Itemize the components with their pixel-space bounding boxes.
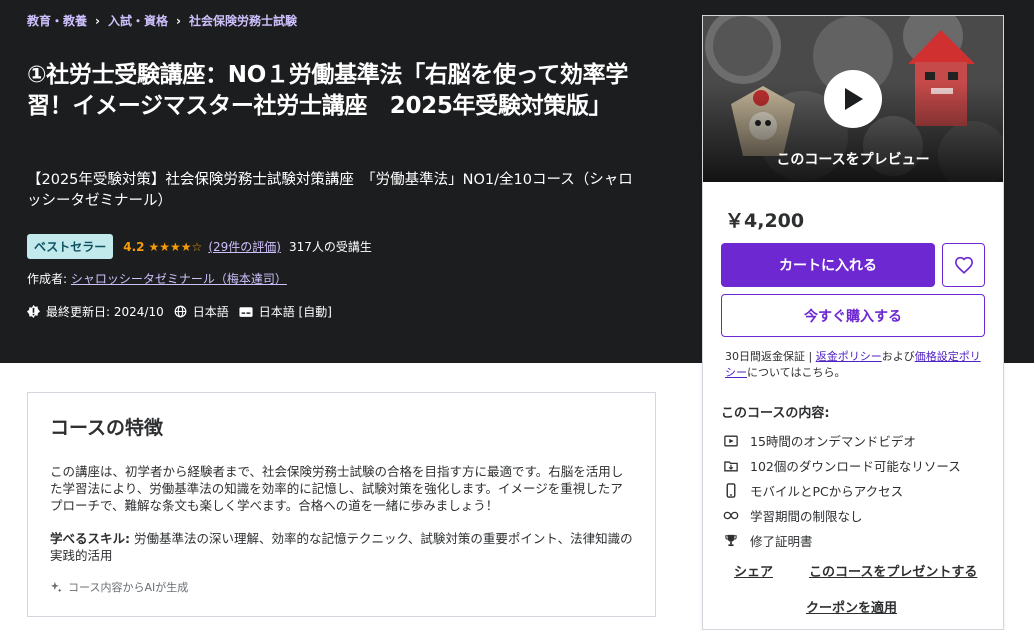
- download-icon: [721, 460, 741, 472]
- refund-policy-link[interactable]: 返金ポリシー: [816, 350, 882, 363]
- include-text: 学習期間の制限なし: [750, 509, 863, 524]
- features-description: この講座は、初学者から経験者まで、社会保険労務士試験の合格を目指す方に最適です。…: [50, 464, 624, 513]
- language: 日本語: [174, 303, 229, 320]
- heart-icon: [954, 256, 973, 274]
- include-text: モバイルとPCからアクセス: [750, 484, 904, 499]
- play-icon: [845, 88, 863, 110]
- course-preview[interactable]: このコースをプレビュー: [703, 16, 1003, 182]
- course-subtitle: 【2025年受験対策】社会保険労務士試験対策講座 「労働基準法」NO1/全10コ…: [27, 172, 633, 209]
- skills-text: 労働基準法の深い理解、効率的な記憶テクニック、試験対策の重要ポイント、法律知識の…: [50, 531, 633, 563]
- captions-icon: [239, 306, 253, 317]
- author-label: 作成者:: [27, 272, 68, 286]
- captions-text: 日本語 [自動]: [258, 305, 332, 319]
- bestseller-badge: ベストセラー: [27, 234, 114, 259]
- include-text: 修了証明書: [750, 534, 813, 549]
- purchase-sidebar: このコースをプレビュー ￥4,200 カートに入れる 今すぐ購入する 30日間返…: [702, 15, 1004, 630]
- buy-now-button[interactable]: 今すぐ購入する: [721, 294, 985, 337]
- chevron-right-icon: ›: [95, 13, 100, 28]
- list-item: 修了証明書: [721, 528, 961, 553]
- captions: 日本語 [自動]: [239, 303, 332, 320]
- meta-row: 最終更新日: 2024/10 日本語 日本語 [自動]: [27, 303, 342, 320]
- chevron-right-icon: ›: [175, 13, 181, 28]
- skills-label: 学べるスキル:: [50, 531, 130, 546]
- list-item: モバイルとPCからアクセス: [721, 478, 961, 503]
- ai-note-text: コース内容からAIが生成: [68, 581, 189, 594]
- breadcrumb-item-education[interactable]: 教育・教養: [27, 12, 87, 29]
- trophy-icon: [721, 534, 741, 547]
- add-to-cart-button[interactable]: カートに入れる: [721, 243, 935, 287]
- list-item: 15時間のオンデマンドビデオ: [721, 428, 961, 453]
- apply-coupon-link[interactable]: クーポンを適用: [806, 597, 897, 616]
- author-link[interactable]: シャロッシータゼミナール（梅本達司）: [71, 272, 287, 286]
- reviews-link[interactable]: (29件の評価): [208, 238, 281, 255]
- sparkle-icon: [50, 581, 62, 592]
- rating-row: ベストセラー 4.2 ★★★★☆ (29件の評価) 317人の受講生: [27, 234, 372, 259]
- preview-label: このコースをプレビュー: [776, 152, 930, 168]
- breadcrumb: 教育・教養 › 入試・資格 › 社会保険労務士試験: [27, 12, 297, 29]
- globe-icon: [174, 305, 187, 318]
- features-skills: 学べるスキル: 労働基準法の深い理解、効率的な記憶テクニック、試験対策の重要ポイ…: [50, 530, 635, 564]
- alert-badge-icon: [27, 305, 40, 318]
- star-rating-icon: ★★★★☆: [148, 239, 203, 254]
- mobile-icon: [721, 483, 741, 498]
- guarantee-prefix: 30日間返金保証 |: [725, 350, 816, 363]
- guarantee-text: 30日間返金保証 | 返金ポリシーおよび価格設定ポリシーについてはこちら。: [725, 349, 987, 381]
- ai-generated-note: コース内容からAIが生成: [50, 579, 188, 595]
- list-item: 学習期間の制限なし: [721, 503, 961, 528]
- last-updated: 最終更新日: 2024/10: [27, 303, 164, 320]
- includes-list: 15時間のオンデマンドビデオ 102個のダウンロード可能なリソース モバイルとP…: [721, 428, 961, 553]
- last-updated-text: 最終更新日: 2024/10: [46, 305, 164, 319]
- breadcrumb-item-sharoushi[interactable]: 社会保険労務士試験: [189, 12, 297, 29]
- share-link[interactable]: シェア: [734, 561, 773, 580]
- list-item: 102個のダウンロード可能なリソース: [721, 453, 961, 478]
- include-text: 102個のダウンロード可能なリソース: [750, 459, 961, 474]
- include-text: 15時間のオンデマンドビデオ: [750, 434, 916, 449]
- video-icon: [721, 435, 741, 447]
- guarantee-and: および: [881, 350, 915, 363]
- gift-course-link[interactable]: このコースをプレゼントする: [809, 561, 977, 580]
- includes-title: このコースの内容:: [721, 406, 830, 421]
- play-button[interactable]: [824, 70, 882, 128]
- course-title: ①社労士受験講座：NO１労働基準法「右脳を使って効率学習！イメージマスター社労士…: [27, 62, 629, 119]
- infinity-icon: [721, 511, 741, 520]
- rating-value: 4.2: [123, 239, 145, 254]
- breadcrumb-item-exams[interactable]: 入試・資格: [108, 12, 168, 29]
- guarantee-suffix: についてはこちら。: [747, 366, 846, 379]
- language-text: 日本語: [192, 305, 229, 319]
- wishlist-button[interactable]: [942, 243, 985, 287]
- course-features-box: コースの特徴 この講座は、初学者から経験者まで、社会保険労務士試験の合格を目指す…: [27, 392, 656, 617]
- student-count: 317人の受講生: [288, 240, 372, 254]
- author-row: 作成者: シャロッシータゼミナール（梅本達司）: [27, 270, 287, 287]
- features-title: コースの特徴: [50, 417, 164, 439]
- course-price: ￥4,200: [725, 210, 805, 232]
